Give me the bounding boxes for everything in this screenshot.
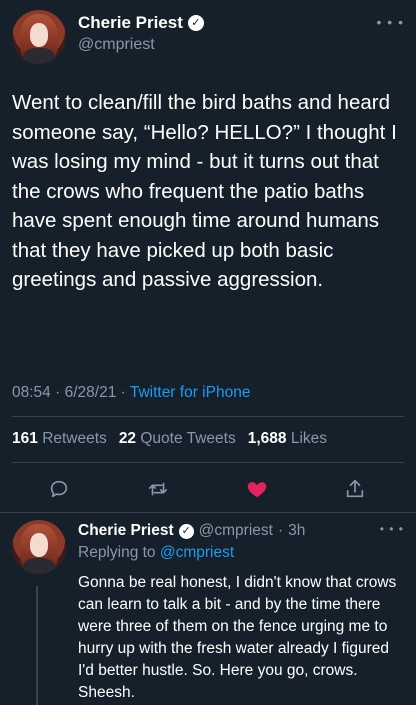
divider bbox=[12, 462, 404, 463]
verified-badge-icon: ✓ bbox=[187, 15, 204, 31]
retweets-count: 161 bbox=[12, 430, 38, 447]
separator: · bbox=[277, 522, 284, 539]
replying-handle[interactable]: @cmpriest bbox=[160, 544, 234, 561]
replying-to: Replying to @cmpriest bbox=[78, 544, 234, 562]
retweets-stat[interactable]: 161 Retweets bbox=[12, 430, 107, 448]
tweet-source[interactable]: Twitter for iPhone bbox=[130, 384, 251, 401]
tweet-meta: 08:54 · 6/28/21 · Twitter for iPhone bbox=[12, 384, 250, 402]
engagement-stats: 161 Retweets 22 Quote Tweets 1,688 Likes bbox=[12, 430, 327, 448]
author-handle[interactable]: @cmpriest bbox=[78, 36, 155, 54]
reply-time[interactable]: 3h bbox=[288, 522, 305, 540]
quote-label: Quote Tweets bbox=[140, 430, 236, 447]
tweet-text: Went to clean/fill the bird baths and he… bbox=[12, 91, 397, 291]
reply-avatar[interactable] bbox=[12, 520, 66, 574]
reply-author-name[interactable]: Cherie Priest bbox=[78, 522, 174, 540]
quote-tweets-stat[interactable]: 22 Quote Tweets bbox=[119, 430, 236, 448]
thread-line bbox=[36, 586, 38, 705]
reply-text: Gonna be real honest, I didn't know that… bbox=[78, 574, 397, 701]
likes-label: Likes bbox=[290, 430, 328, 447]
separator: · bbox=[55, 384, 61, 401]
retweets-label: Retweets bbox=[42, 430, 107, 447]
author-row: Cherie Priest ✓ bbox=[78, 13, 204, 33]
divider bbox=[12, 416, 404, 417]
tweet-date[interactable]: 6/28/21 bbox=[65, 384, 117, 401]
reply-icon[interactable] bbox=[44, 474, 74, 504]
reply-author-handle[interactable]: @cmpriest bbox=[199, 522, 273, 540]
tweet-time[interactable]: 08:54 bbox=[12, 384, 51, 401]
retweet-icon[interactable] bbox=[143, 474, 173, 504]
verified-badge-icon: ✓ bbox=[178, 523, 194, 539]
reply-author-row: Cherie Priest ✓ @cmpriest · 3h bbox=[78, 522, 305, 540]
heart-icon[interactable] bbox=[242, 474, 272, 504]
author-name[interactable]: Cherie Priest bbox=[78, 13, 183, 33]
separator: · bbox=[120, 384, 126, 401]
share-icon[interactable] bbox=[340, 474, 370, 504]
more-options-icon[interactable]: • • • bbox=[377, 14, 404, 30]
divider bbox=[0, 512, 416, 513]
avatar[interactable] bbox=[12, 10, 66, 64]
quote-count: 22 bbox=[118, 430, 137, 447]
replying-prefix: Replying to bbox=[78, 544, 156, 561]
likes-count: 1,688 bbox=[247, 430, 287, 447]
action-bar bbox=[0, 474, 416, 504]
likes-stat[interactable]: 1,688 Likes bbox=[248, 430, 327, 448]
more-options-icon[interactable]: • • • bbox=[380, 522, 404, 536]
tweet-header: Cherie Priest ✓ @cmpriest • • • bbox=[0, 0, 416, 70]
